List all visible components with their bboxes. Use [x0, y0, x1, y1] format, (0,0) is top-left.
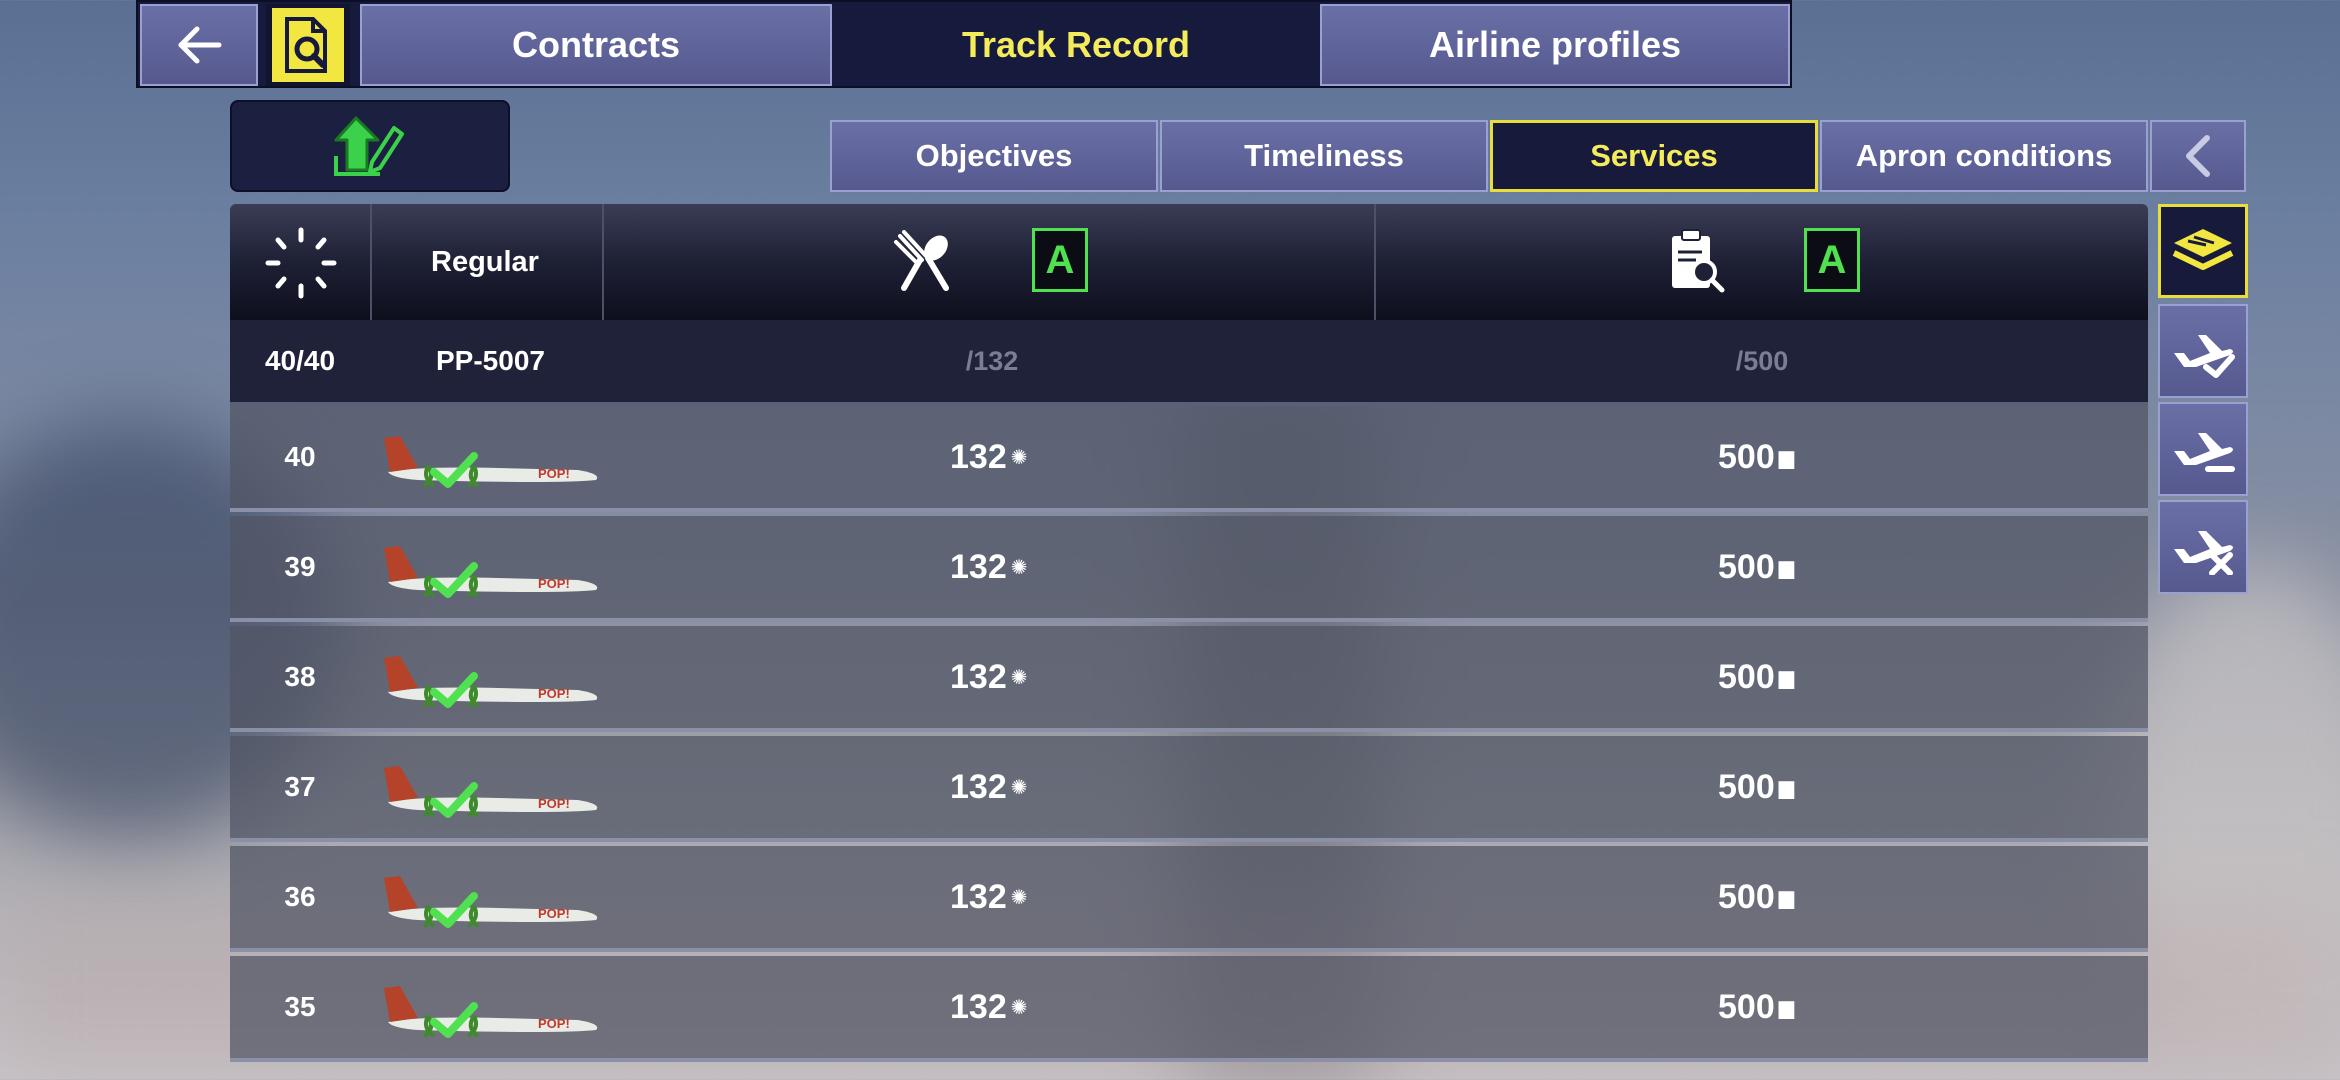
catering-value: 132 ✺ — [950, 987, 1028, 1026]
catering-value: 132 ✺ — [950, 657, 1028, 696]
tab-airline-profiles[interactable]: Airline profiles — [1320, 4, 1790, 86]
flight-number: 37 — [284, 771, 316, 802]
tab-contracts[interactable]: Contracts — [360, 4, 832, 86]
flight-number: 35 — [284, 991, 316, 1022]
tab-services[interactable]: Services — [1490, 120, 1818, 192]
table-row[interactable]: 37 POP! 132 ✺ 500 ▆ — [230, 736, 2148, 842]
services-table: Regular A A 40/40 PP-5007 /132 /500 40 P… — [230, 204, 2148, 1062]
tab-timeliness[interactable]: Timeliness — [1160, 120, 1488, 192]
svg-text:POP!: POP! — [538, 1016, 570, 1031]
inspection-value: 500 ▆ — [1718, 437, 1795, 476]
document-search-icon — [285, 17, 327, 73]
clipboard-search-icon — [1666, 228, 1726, 301]
plane-x-icon — [2174, 531, 2233, 575]
inspection-max: /500 — [1735, 345, 1789, 376]
card-icon: ▆ — [1778, 776, 1795, 799]
flight-number: 39 — [284, 551, 316, 582]
category-label: Regular — [431, 245, 539, 278]
filter-all-button[interactable] — [2158, 204, 2248, 298]
aircraft-icon: POP! — [384, 546, 598, 598]
svg-text:POP!: POP! — [538, 686, 570, 701]
inspection-value: 500 ▆ — [1718, 877, 1795, 916]
catering-grade-badge: A — [1032, 228, 1088, 292]
catering-value: 132 ✺ — [950, 767, 1028, 806]
svg-text:POP!: POP! — [538, 906, 570, 921]
table-row[interactable]: 38 POP! 132 ✺ 500 ▆ — [230, 626, 2148, 732]
aircraft-icon: POP! — [384, 436, 598, 488]
flight-number: 38 — [284, 661, 316, 692]
aircraft-icon: POP! — [384, 766, 598, 818]
meal-icon: ✺ — [1010, 556, 1028, 579]
flight-number: 36 — [284, 881, 316, 912]
meal-icon: ✺ — [1010, 996, 1028, 1019]
aircraft-icon: POP! — [384, 986, 598, 1038]
svg-text:POP!: POP! — [538, 796, 570, 811]
back-button[interactable] — [140, 4, 258, 86]
track-record-icon-button[interactable] — [266, 4, 350, 86]
filter-on-time-button[interactable] — [2158, 304, 2248, 398]
spinner-icon — [256, 218, 346, 308]
summary-row: 40/40 PP-5007 /132 /500 — [230, 320, 2148, 406]
catering-value: 132 ✺ — [950, 877, 1028, 916]
upload-button[interactable] — [230, 100, 510, 192]
card-icon: ▆ — [1778, 886, 1795, 909]
catering-value: 132 ✺ — [950, 437, 1028, 476]
table-row[interactable]: 35 POP! 132 ✺ 500 ▆ — [230, 956, 2148, 1062]
inspection-value: 500 ▆ — [1718, 767, 1795, 806]
tab-objectives[interactable]: Objectives — [830, 120, 1158, 192]
aircraft-icon: POP! — [384, 876, 598, 928]
table-row[interactable]: 40 POP! 132 ✺ 500 ▆ — [230, 406, 2148, 512]
card-icon: ▆ — [1778, 556, 1795, 579]
table-row[interactable]: 39 POP! 132 ✺ 500 ▆ — [230, 516, 2148, 622]
card-icon: ▆ — [1778, 446, 1795, 469]
column-divider — [1374, 204, 1376, 320]
flight-count: 40/40 — [264, 345, 336, 376]
flight-number: 40 — [284, 441, 316, 472]
stack-layers-icon — [2172, 229, 2234, 270]
top-tab-bar: Contracts Track Record Airline profiles — [136, 0, 1792, 88]
catering-max: /132 — [965, 345, 1019, 376]
inspection-grade-badge: A — [1804, 228, 1860, 292]
filter-cancelled-button[interactable] — [2158, 500, 2248, 594]
fork-spoon-icon — [890, 230, 954, 299]
svg-text:POP!: POP! — [538, 466, 570, 481]
tab-apron-conditions[interactable]: Apron conditions — [1820, 120, 2148, 192]
back-arrow-icon — [178, 26, 222, 64]
aircraft-registration: PP-5007 — [436, 345, 545, 376]
inspection-value: 500 ▆ — [1718, 987, 1795, 1026]
meal-icon: ✺ — [1010, 776, 1028, 799]
meal-icon: ✺ — [1010, 886, 1028, 909]
card-icon: ▆ — [1778, 666, 1795, 689]
table-row[interactable]: 36 POP! 132 ✺ 500 ▆ — [230, 846, 2148, 952]
column-divider — [602, 204, 604, 320]
aircraft-icon: POP! — [384, 656, 598, 708]
plane-check-icon — [2174, 335, 2235, 378]
meal-icon: ✺ — [1010, 446, 1028, 469]
table-header: Regular A A — [230, 204, 2148, 320]
upload-edit-icon — [334, 116, 404, 176]
plane-minus-icon — [2174, 433, 2235, 472]
inspection-value: 500 ▆ — [1718, 657, 1795, 696]
previous-tab-button[interactable] — [2150, 120, 2246, 192]
meal-icon: ✺ — [1010, 666, 1028, 689]
card-icon: ▆ — [1778, 996, 1795, 1019]
svg-text:POP!: POP! — [538, 576, 570, 591]
inspection-value: 500 ▆ — [1718, 547, 1795, 586]
tab-track-record[interactable]: Track Record — [834, 4, 1318, 86]
catering-value: 132 ✺ — [950, 547, 1028, 586]
chevron-left-icon — [2186, 135, 2210, 177]
filter-delayed-button[interactable] — [2158, 402, 2248, 496]
